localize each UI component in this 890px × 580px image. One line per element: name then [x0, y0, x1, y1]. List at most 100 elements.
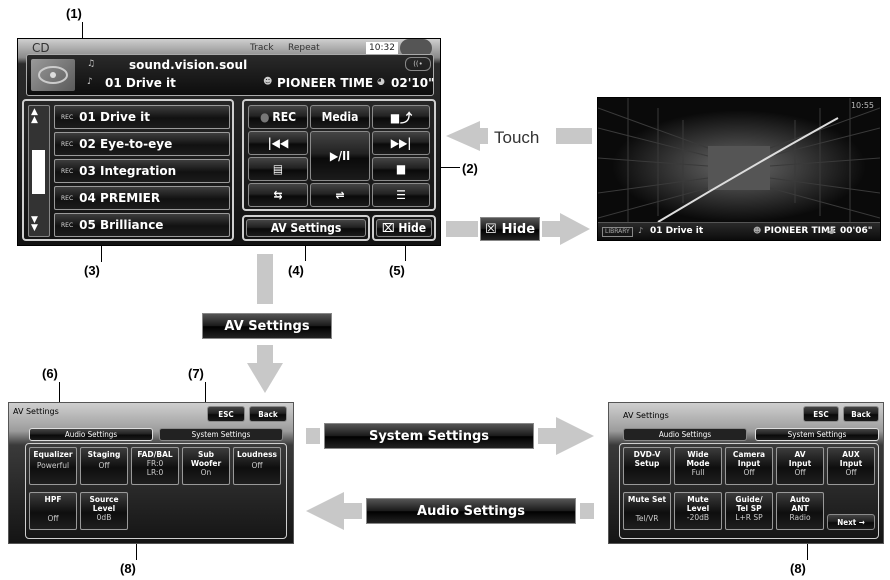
setting-name: Staging — [87, 450, 121, 459]
setting-name: Source Level — [89, 495, 119, 513]
hide-frame: ⌧ Hide — [372, 215, 436, 241]
av-settings-arrow-label: AV Settings — [202, 313, 332, 339]
setting-value: -20dB — [686, 513, 710, 522]
next-page-button[interactable]: Next → — [827, 514, 875, 530]
setting-name: Guide/ Tel SP — [735, 495, 763, 513]
artist-name: PIONEER TIME — [277, 76, 374, 90]
rec-tag: REC — [61, 221, 74, 229]
loudness-button[interactable]: Loudness Off — [233, 447, 281, 485]
callout-8-left-leader — [136, 543, 137, 560]
now-playing-track: 01 Drive it — [105, 76, 176, 90]
album-art — [31, 59, 75, 91]
back-button-label: Back — [851, 409, 871, 419]
guide-tel-sp-button[interactable]: Guide/ Tel SP L+R SP — [725, 492, 773, 530]
callout-8-right-leader — [807, 543, 808, 560]
esc-button[interactable]: ESC — [803, 406, 839, 422]
system-settings-screen: AV Settings ESC Back Audio Settings Syst… — [608, 402, 884, 544]
hidden-track: 01 Drive it — [650, 226, 704, 236]
esc-button-label: ESC — [813, 409, 829, 419]
playlist-item[interactable]: REC 03 Integration — [54, 159, 230, 183]
playlist-item[interactable]: REC 02 Eye-to-eye — [54, 132, 230, 156]
setting-name: HPF — [44, 495, 62, 504]
tab-audio-label: Audio Settings — [64, 430, 118, 439]
setting-name: Sub Woofer — [190, 450, 222, 468]
staging-button[interactable]: Staging Off — [80, 447, 128, 485]
callout-8-right: (8) — [790, 561, 806, 576]
signal-icon: ((• — [405, 57, 431, 71]
esc-button[interactable]: ESC — [207, 406, 245, 422]
audio-arrow-body — [344, 503, 362, 519]
callout-1: (1) — [66, 6, 82, 21]
hide-button-label: Hide — [398, 221, 427, 235]
system-settings-arrow-label: System Settings — [324, 423, 534, 449]
setting-value: Powerful — [36, 461, 70, 470]
menu-list-button[interactable]: ☰ — [372, 183, 430, 207]
hide-arrow-body — [542, 221, 560, 237]
aux-input-button[interactable]: AUX Input Off — [827, 447, 875, 485]
sub-woofer-button[interactable]: Sub Woofer On — [182, 447, 230, 485]
rec-tag: REC — [61, 140, 74, 148]
source-level-button[interactable]: Source Level 0dB — [80, 492, 128, 530]
setting-name: Auto ANT — [790, 495, 810, 513]
av-settings-button-label: AV Settings — [270, 221, 342, 235]
hide-box-icon: ☒ — [484, 221, 497, 237]
auto-ant-button[interactable]: Auto ANT Radio — [776, 492, 824, 530]
tab-system-settings[interactable]: System Settings — [159, 428, 283, 441]
album-name: sound.vision.soul — [129, 58, 248, 72]
album-icon: ♫ — [87, 59, 96, 69]
library-badge: LIBRARY — [602, 227, 633, 237]
tab-audio-settings[interactable]: Audio Settings — [623, 428, 747, 441]
media-button[interactable]: Media — [310, 105, 370, 129]
system-screen-title: AV Settings — [623, 411, 669, 420]
fad-bal-button[interactable]: FAD/BAL FR:0 LR:0 — [131, 447, 179, 485]
tab-system-settings[interactable]: System Settings — [755, 428, 879, 441]
hide-icon: ⌧ — [381, 221, 395, 235]
playlist-item[interactable]: REC 01 Drive it — [54, 105, 230, 129]
scroll-up-icon[interactable]: ▲ ▲ — [31, 108, 38, 125]
wide-mode-button[interactable]: Wide Mode Full — [674, 447, 722, 485]
previous-icon: |◀◀ — [267, 136, 289, 150]
av-settings-button[interactable]: AV Settings — [246, 219, 366, 237]
hidden-note-icon: ♪ — [638, 226, 644, 235]
av-arrow-body — [257, 345, 273, 363]
playlist-item[interactable]: REC 04 PREMIER — [54, 186, 230, 210]
next-button[interactable]: ▶▶| — [372, 131, 430, 155]
next-icon: ▶▶| — [390, 136, 412, 150]
callout-5: (5) — [389, 263, 405, 278]
audio-settings-screen: AV Settings ESC Back Audio Settings Syst… — [8, 402, 294, 544]
touch-arrow-body — [480, 128, 488, 144]
back-button[interactable]: Back — [843, 406, 879, 422]
play-pause-button[interactable]: ▶/II — [310, 131, 370, 181]
mute-set-button[interactable]: Mute Set Tel/VR — [623, 492, 671, 530]
setting-value: 0dB — [96, 513, 112, 522]
system-arrow-head — [556, 417, 594, 455]
setting-name: AUX Input — [839, 450, 863, 468]
av-input-button[interactable]: AV Input Off — [776, 447, 824, 485]
info-bar: ♫ sound.vision.soul ♪ 01 Drive it ☻ PION… — [26, 54, 434, 96]
folder-up-button[interactable]: ■⤴ — [372, 105, 430, 129]
shuffle-button[interactable]: ⇌ — [310, 183, 370, 207]
list-button[interactable]: ▤ — [248, 157, 308, 181]
rec-tag: REC — [61, 113, 74, 121]
back-button[interactable]: Back — [249, 406, 287, 422]
playlist-item-label: 01 Drive it — [79, 110, 151, 124]
touch-label: Touch — [494, 128, 540, 147]
hidden-status-bar[interactable]: LIBRARY ♪ 01 Drive it ☻ PIONEER TIME ◕ 0… — [598, 222, 880, 240]
av-settings-frame: AV Settings — [242, 215, 370, 241]
scroll-down-icon[interactable]: ▼ ▼ — [31, 216, 38, 233]
playlist-scrollbar[interactable]: ▲ ▲ ▼ ▼ — [28, 105, 50, 237]
camera-input-button[interactable]: Camera Input Off — [725, 447, 773, 485]
tab-audio-settings[interactable]: Audio Settings — [29, 428, 153, 441]
hide-button[interactable]: ⌧ Hide — [376, 219, 432, 237]
repeat-button[interactable]: ⇆ — [248, 183, 308, 207]
playlist-item[interactable]: REC 05 Brilliance — [54, 213, 230, 237]
hpf-button[interactable]: HPF Off — [29, 492, 77, 530]
scroll-thumb[interactable] — [32, 150, 45, 194]
equalizer-button[interactable]: Equalizer Powerful — [29, 447, 77, 485]
setting-value: Off — [251, 461, 263, 470]
rec-button[interactable]: ● REC — [248, 105, 308, 129]
previous-button[interactable]: |◀◀ — [248, 131, 308, 155]
mute-level-button[interactable]: Mute Level -20dB — [674, 492, 722, 530]
stop-button[interactable]: ■ — [372, 157, 430, 181]
dvd-v-setup-button[interactable]: DVD-V Setup — [623, 447, 671, 485]
